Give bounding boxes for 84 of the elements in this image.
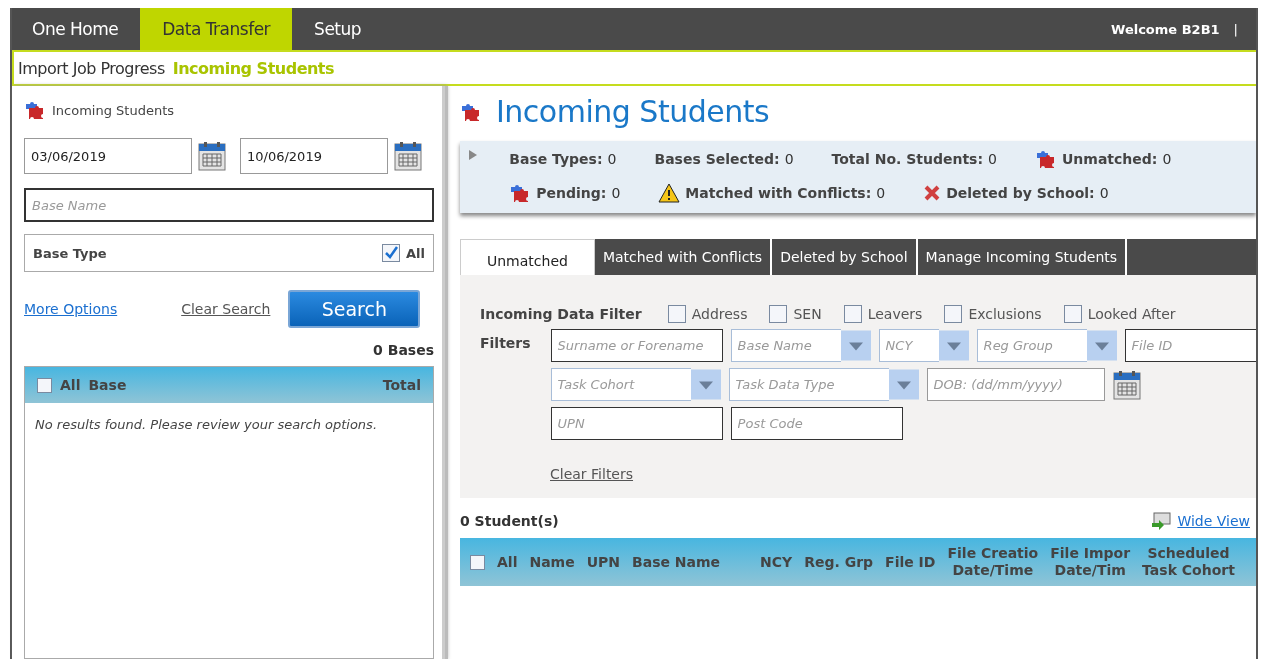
column-header: Total [382, 377, 421, 393]
base-type-label: Base Type [33, 245, 108, 261]
breadcrumb-item[interactable]: Import Job Progress [18, 58, 165, 78]
summary-label: Bases Selected: [654, 151, 780, 167]
column-header: Scheduled Task Cohort [1142, 545, 1235, 579]
summary-value: 0 [1099, 185, 1109, 201]
expand-icon[interactable] [468, 149, 478, 161]
panel-title: Incoming Students [52, 102, 175, 118]
wide-view-link[interactable]: Wide View [1177, 513, 1250, 529]
monitor-arrow-icon[interactable] [1151, 512, 1172, 530]
students-count: 0 Student(s) [460, 513, 559, 529]
calendar-icon[interactable] [1112, 369, 1141, 400]
more-options-link[interactable]: More Options [24, 301, 118, 317]
column-header: UPN [586, 553, 621, 571]
checkbox[interactable] [1063, 305, 1082, 323]
checkbox-label: Exclusions [968, 306, 1042, 322]
summary-label: Matched with Conflicts: [685, 185, 872, 201]
checkbox-label: SEN [793, 306, 822, 322]
checkbox[interactable] [843, 305, 862, 323]
column-header: All [497, 554, 518, 570]
nav-tab[interactable]: Setup [292, 8, 384, 50]
filter-field[interactable]: Surname or Forename [550, 329, 723, 362]
date-field[interactable]: 03/06/2019 [24, 138, 192, 174]
summary-value: 0 [876, 185, 886, 201]
summary-value: 0 [1162, 151, 1172, 167]
calendar-icon[interactable] [198, 141, 226, 171]
summary-label: Deleted by School: [946, 185, 1095, 201]
column-header: File Creatio Date/Time [947, 545, 1039, 579]
filter-label: Incoming Data Filter [480, 306, 642, 322]
checkbox-label: All [406, 245, 425, 261]
clear-filters-link[interactable]: Clear Filters [550, 466, 634, 482]
filters-label: Filters [480, 334, 531, 353]
summary-value: 0 [611, 185, 621, 201]
base-name-field[interactable]: Base Name [24, 188, 434, 222]
summary-label: Unmatched: [1061, 151, 1158, 167]
warning-icon [658, 183, 681, 203]
checkbox[interactable] [382, 244, 400, 262]
column-header: Reg. Grp [804, 553, 874, 571]
column-header: Base Name [632, 553, 722, 571]
filter-field[interactable]: UPN [550, 407, 723, 440]
column-header: Base [88, 377, 127, 393]
column-header: File ID [885, 553, 936, 571]
date-field[interactable]: 10/06/2019 [240, 138, 388, 174]
nav-tab[interactable]: One Home [12, 8, 141, 50]
puzzle-icon [1034, 149, 1057, 169]
summary-label: Total No. Students: [831, 151, 984, 167]
dropdown-field[interactable]: Reg Group [976, 329, 1087, 362]
summary-value: 0 [988, 151, 997, 167]
checkbox-label: Leavers [867, 306, 923, 322]
clear-search-link[interactable]: Clear Search [181, 301, 271, 317]
filter-field[interactable]: File ID [1124, 329, 1256, 362]
calendar-icon[interactable] [394, 141, 422, 171]
checkbox-label: Address [691, 306, 748, 322]
dropdown-field[interactable]: Task Cohort [550, 368, 691, 401]
dropdown-field[interactable]: Base Name [730, 329, 841, 362]
dropdown-field[interactable]: NCY [878, 329, 939, 362]
column-header: Name [529, 553, 575, 571]
checkbox-label: Looked After [1087, 306, 1176, 322]
puzzle-icon [460, 101, 482, 122]
checkbox[interactable] [37, 377, 52, 393]
summary-value: 0 [784, 151, 794, 167]
filter-field[interactable]: Post Code [730, 407, 903, 440]
column-header: All [60, 377, 81, 393]
empty-message: No results found. Please review your search options. [34, 416, 378, 434]
dropdown-field[interactable]: Task Data Type [728, 368, 889, 401]
separator-text: | [1233, 21, 1238, 37]
summary-value: 0 [607, 151, 617, 167]
bases-count: 0 Bases [372, 342, 434, 358]
date-field[interactable]: DOB: (dd/mm/yyyy) [926, 368, 1105, 401]
column-header: NCY [760, 553, 793, 571]
page-title: Incoming Students [496, 94, 770, 129]
column-header: File Impor Date/Tim [1050, 545, 1131, 579]
search-button[interactable]: Search [288, 290, 421, 328]
tab[interactable]: Unmatched [460, 239, 595, 275]
summary-label: Pending: [536, 185, 607, 201]
summary-label: Base Types: [509, 151, 603, 167]
puzzle-icon [24, 100, 46, 120]
checkbox[interactable] [667, 305, 686, 323]
checkbox[interactable] [944, 305, 963, 323]
welcome-text: Welcome B2B1 [1111, 21, 1220, 37]
nav-tab[interactable]: Data Transfer [140, 8, 293, 50]
checkbox[interactable] [470, 554, 485, 570]
checkbox[interactable] [769, 305, 788, 323]
cross-icon [923, 184, 942, 202]
